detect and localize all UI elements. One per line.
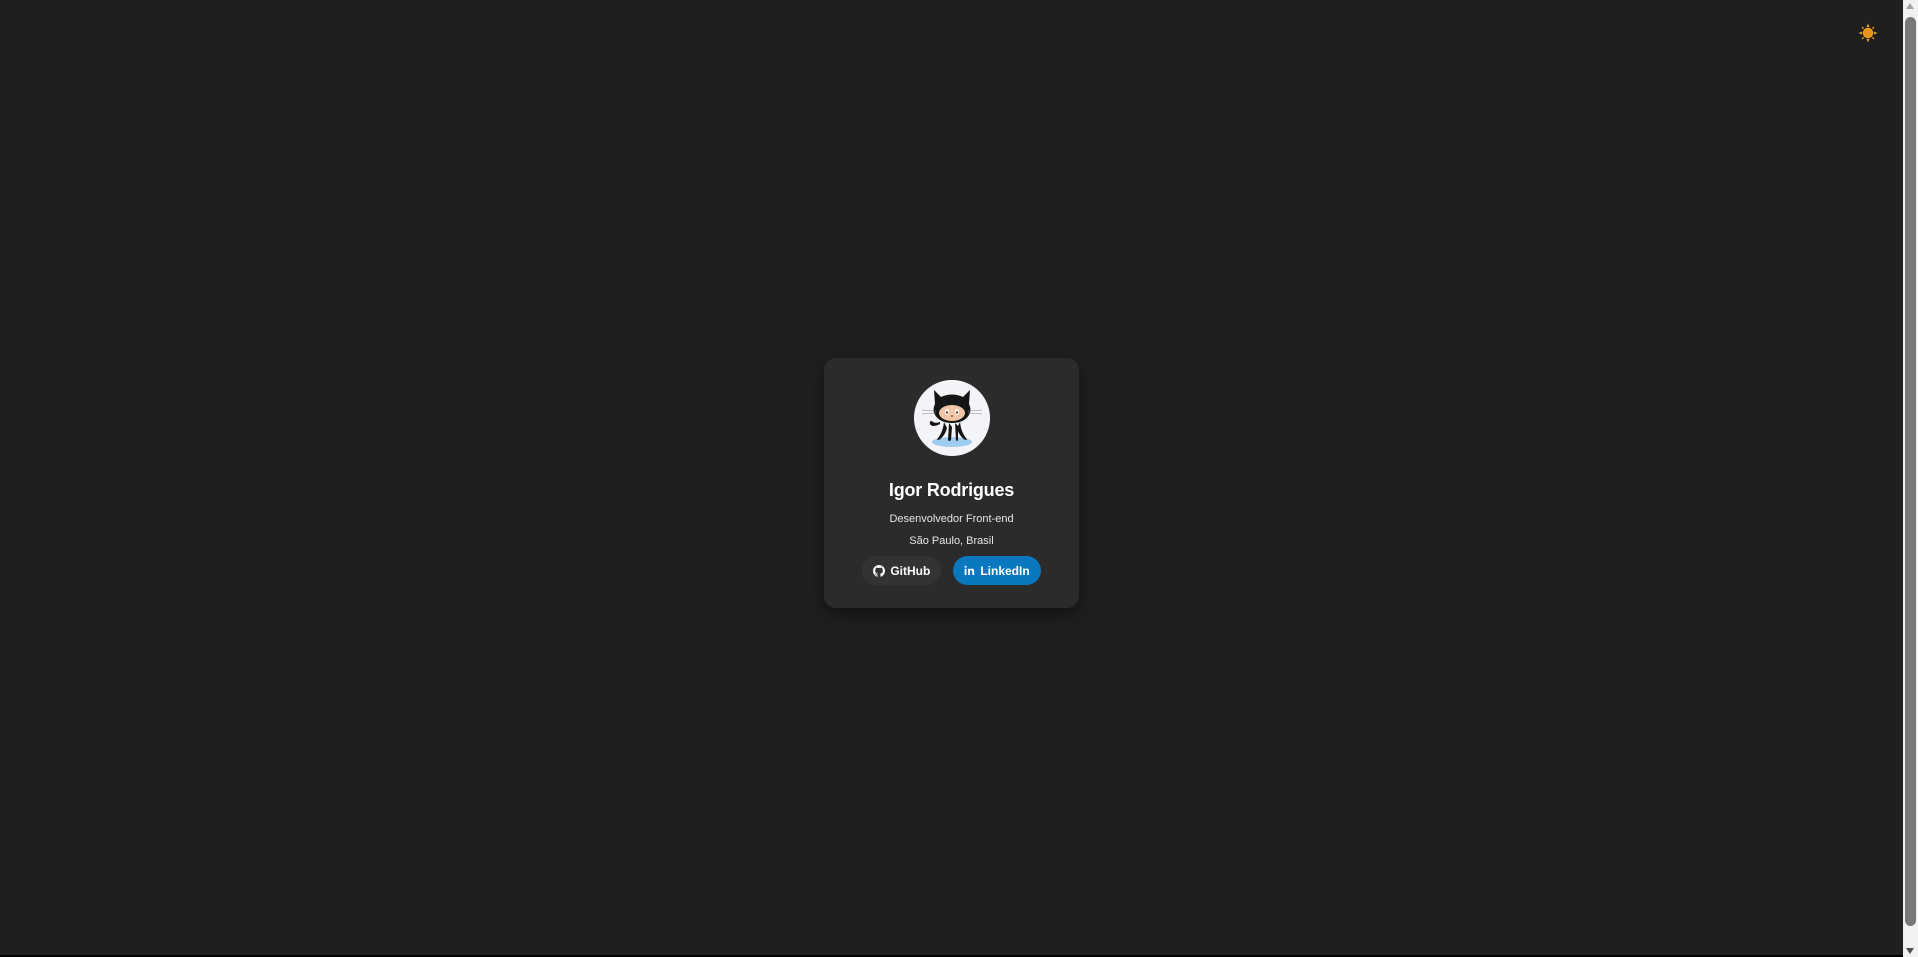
linkedin-label: LinkedIn	[980, 563, 1030, 578]
avatar	[913, 380, 990, 456]
profile-name: Igor Rodrigues	[888, 480, 1015, 500]
social-links: GitHub LinkedIn	[824, 556, 1079, 585]
scrollbar-thumb[interactable]	[1905, 17, 1916, 926]
profile-card: Igor Rodrigues Desenvolvedor Front-end S…	[824, 358, 1079, 608]
linkedin-button[interactable]: LinkedIn	[953, 556, 1041, 585]
theme-toggle-button[interactable]	[1857, 22, 1879, 44]
sun-icon	[1858, 23, 1878, 43]
github-button[interactable]: GitHub	[862, 556, 942, 585]
github-label: GitHub	[890, 563, 931, 578]
github-icon	[873, 564, 886, 577]
linkedin-icon	[964, 565, 975, 575]
page: Igor Rodrigues Desenvolvedor Front-end S…	[0, 0, 1918, 957]
profile-role: Desenvolvedor Front-end	[889, 513, 1014, 525]
vertical-scrollbar[interactable]	[1903, 0, 1918, 957]
scroll-up-arrow-icon[interactable]	[1906, 3, 1914, 9]
profile-location: São Paulo, Brasil	[909, 535, 994, 547]
scroll-down-arrow-icon[interactable]	[1906, 948, 1914, 954]
